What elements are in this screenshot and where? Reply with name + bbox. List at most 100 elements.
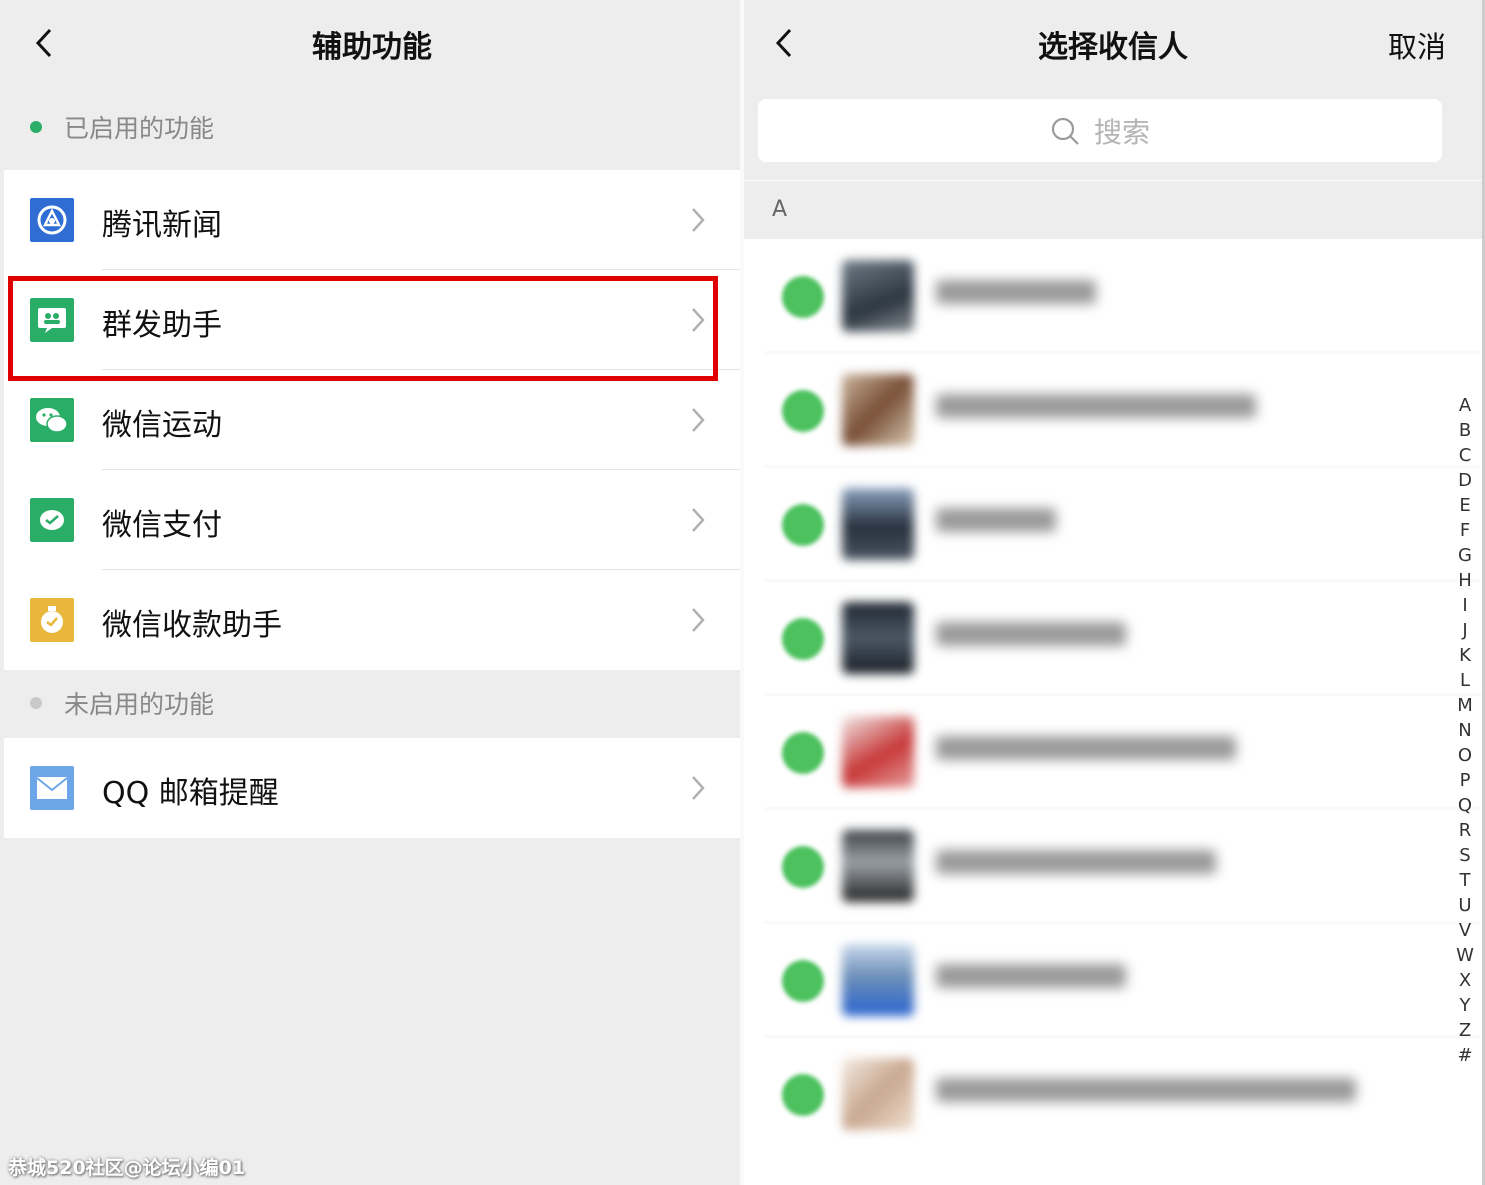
index-letter[interactable]: U (1450, 893, 1480, 918)
alphabet-index[interactable]: A B C D E F G H I J K L M N O P Q R S T U V W X Y Z # (1450, 393, 1480, 1068)
list-item-qq-mail[interactable]: QQ 邮箱提醒 (4, 738, 740, 838)
index-letter[interactable]: O (1450, 743, 1480, 768)
contact-name-blurred (936, 729, 1236, 767)
contact-row[interactable] (744, 239, 1482, 353)
contact-name-blurred (936, 273, 1096, 311)
contact-row[interactable] (744, 809, 1482, 923)
avatar (842, 716, 914, 788)
select-checkbox[interactable] (782, 504, 824, 546)
select-checkbox[interactable] (782, 1074, 824, 1116)
index-letter[interactable]: R (1450, 818, 1480, 843)
section-letter: A (772, 197, 788, 222)
contact-name-blurred (936, 843, 1216, 881)
contact-name-blurred (936, 1071, 1356, 1109)
select-checkbox[interactable] (782, 846, 824, 888)
index-letter[interactable]: T (1450, 868, 1480, 893)
contact-row[interactable] (744, 353, 1482, 467)
disabled-section-label: 未启用的功能 (64, 690, 215, 719)
index-letter[interactable]: X (1450, 968, 1480, 993)
avatar (842, 830, 914, 902)
chevron-right-icon (692, 408, 705, 432)
index-letter[interactable]: K (1450, 643, 1480, 668)
section-letter-header: A (744, 181, 1482, 239)
index-letter[interactable]: Y (1450, 993, 1480, 1018)
nav-bar: 辅助功能 (4, 0, 740, 86)
index-letter[interactable]: C (1450, 443, 1480, 468)
list-item-wechat-sport[interactable]: 微信运动 (4, 370, 740, 470)
chevron-right-icon (692, 608, 705, 632)
page-title: 选择收信人 (1038, 30, 1188, 65)
index-letter[interactable]: G (1450, 543, 1480, 568)
contact-row[interactable] (744, 923, 1482, 1037)
receipt-assistant-icon (30, 598, 74, 642)
wechat-pay-icon (30, 498, 74, 542)
wechat-sport-icon (30, 398, 74, 442)
assist-functions-screen: 辅助功能 已启用的功能 腾讯新闻 群发助手 微信运动 微信支付 微信收款助手 未… (4, 0, 740, 1185)
item-label: 微信收款助手 (102, 608, 282, 643)
index-letter[interactable]: # (1450, 1043, 1480, 1068)
index-letter[interactable]: F (1450, 518, 1480, 543)
index-letter[interactable]: B (1450, 418, 1480, 443)
disabled-list: QQ 邮箱提醒 (4, 738, 740, 838)
avatar (842, 374, 914, 446)
index-letter[interactable]: E (1450, 493, 1480, 518)
avatar (842, 602, 914, 674)
index-letter[interactable]: Q (1450, 793, 1480, 818)
page-title: 辅助功能 (312, 30, 432, 65)
watermark: 恭城520社区@论坛小编01 (8, 1157, 246, 1179)
enabled-list: 腾讯新闻 群发助手 微信运动 微信支付 微信收款助手 (4, 170, 740, 670)
avatar (842, 1058, 914, 1130)
index-letter[interactable]: J (1450, 618, 1480, 643)
search-bar[interactable]: 搜索 (758, 99, 1442, 162)
avatar (842, 488, 914, 560)
contact-row[interactable] (744, 695, 1482, 809)
item-label: 微信支付 (102, 508, 222, 543)
item-label: QQ 邮箱提醒 (102, 776, 279, 811)
contact-row[interactable] (744, 1037, 1482, 1151)
index-letter[interactable]: V (1450, 918, 1480, 943)
chevron-right-icon (692, 776, 705, 800)
item-label: 微信运动 (102, 408, 222, 443)
index-letter[interactable]: A (1450, 393, 1480, 418)
item-label: 腾讯新闻 (102, 208, 222, 243)
contact-row[interactable] (744, 581, 1482, 695)
contact-name-blurred (936, 957, 1126, 995)
contact-row[interactable] (744, 467, 1482, 581)
contact-name-blurred (936, 501, 1056, 539)
enabled-section-header: 已启用的功能 (4, 92, 740, 162)
index-letter[interactable]: Z (1450, 1018, 1480, 1043)
enabled-dot-icon (30, 121, 42, 133)
select-checkbox[interactable] (782, 276, 824, 318)
list-item-tencent-news[interactable]: 腾讯新闻 (4, 170, 740, 270)
index-letter[interactable]: M (1450, 693, 1480, 718)
search-placeholder: 搜索 (1093, 115, 1150, 149)
chevron-right-icon (692, 208, 705, 232)
select-checkbox[interactable] (782, 732, 824, 774)
contact-name-blurred (936, 387, 1256, 425)
index-letter[interactable]: N (1450, 718, 1480, 743)
cancel-button[interactable]: 取消 (1388, 24, 1446, 66)
enabled-section-label: 已启用的功能 (64, 114, 215, 143)
select-checkbox[interactable] (782, 960, 824, 1002)
disabled-section-header: 未启用的功能 (4, 668, 740, 738)
chevron-right-icon (692, 508, 705, 532)
index-letter[interactable]: L (1450, 668, 1480, 693)
select-checkbox[interactable] (782, 390, 824, 432)
index-letter[interactable]: D (1450, 468, 1480, 493)
tencent-news-icon (30, 198, 74, 242)
disabled-dot-icon (30, 697, 42, 709)
list-item-wechat-pay[interactable]: 微信支付 (4, 470, 740, 570)
search-icon (1051, 117, 1079, 145)
list-item-receipt-assistant[interactable]: 微信收款助手 (4, 570, 740, 670)
nav-bar: 选择收信人 取消 搜索 (744, 0, 1482, 180)
qq-mail-icon (30, 766, 74, 810)
index-letter[interactable]: W (1450, 943, 1480, 968)
index-letter[interactable]: H (1450, 568, 1480, 593)
contact-name-blurred (936, 615, 1126, 653)
select-recipient-screen: 选择收信人 取消 搜索 A A B C D E F G H I J K L M … (744, 0, 1482, 1185)
avatar (842, 260, 914, 332)
select-checkbox[interactable] (782, 618, 824, 660)
index-letter[interactable]: P (1450, 768, 1480, 793)
index-letter[interactable]: I (1450, 593, 1480, 618)
index-letter[interactable]: S (1450, 843, 1480, 868)
